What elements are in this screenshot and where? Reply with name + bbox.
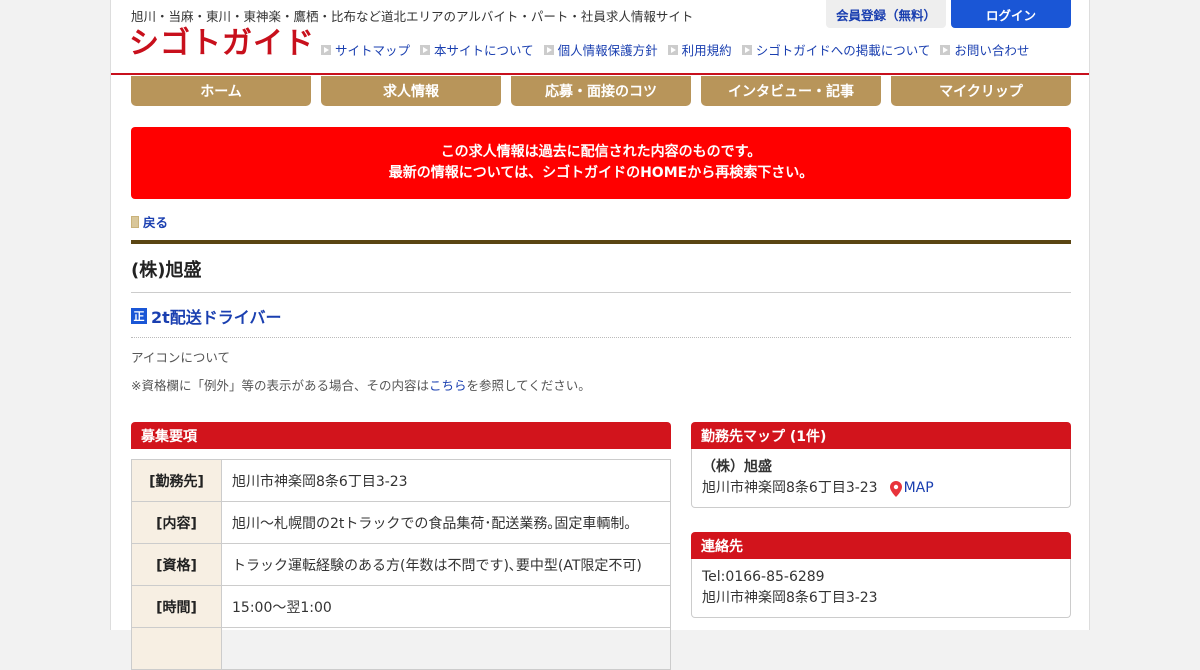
nav-home[interactable]: ホーム (131, 76, 311, 106)
header-divider (111, 73, 1089, 75)
login-button[interactable]: ログイン (951, 0, 1071, 28)
recruitment-section: 募集要項 [勤務先] 旭川市神楽岡8条6丁目3-23 [内容] 旭川〜札幌間の2tト… (131, 422, 671, 670)
row-label: [時間] (131, 585, 222, 628)
page-container: 旭川・当麻・東川・東神楽・鷹栖・比布など道北エリアのアルバイト・パート・社員求人… (110, 0, 1090, 670)
workplace-map-section: 勤務先マップ (1件) （株）旭盛 旭川市神楽岡8条6丁目3-23 MAP (691, 422, 1071, 508)
nav-interview-tips[interactable]: 応募・面接のコツ (511, 76, 691, 106)
contact-body: Tel:0166-85-6289 旭川市神楽岡8条6丁目3-23 (691, 559, 1071, 618)
register-button[interactable]: 会員登録（無料） (826, 0, 946, 28)
row-value: トラック運転経験のある方(年数は不問です)､要中型(AT限定不可) (221, 543, 671, 586)
contact-address: 旭川市神楽岡8条6丁目3-23 (702, 590, 878, 606)
global-nav: ホーム 求人情報 応募・面接のコツ インタビュー・記事 マイクリップ (131, 76, 1071, 106)
notice-line-1: この求人情報は過去に配信された内容のものです。 (440, 144, 762, 160)
table-row: [時間] 15:00〜翌1:00 (131, 585, 671, 628)
triangle-right-icon (940, 44, 951, 55)
row-label: [勤務先] (131, 459, 222, 502)
map-pin-icon (889, 480, 902, 497)
triangle-right-icon (741, 44, 752, 55)
site-tagline: 旭川・当麻・東川・東神楽・鷹栖・比布など道北エリアのアルバイト・パート・社員求人… (131, 9, 694, 24)
table-row: [資格] トラック運転経験のある方(年数は不問です)､要中型(AT限定不可) (131, 543, 671, 586)
row-value: 15:00〜翌1:00 (221, 585, 671, 628)
map-address: 旭川市神楽岡8条6丁目3-23 (702, 480, 878, 496)
triangle-right-icon (420, 44, 431, 55)
utility-link-terms[interactable]: 利用規約 (667, 40, 732, 59)
utility-link-about[interactable]: 本サイトについて (420, 40, 534, 59)
row-label: [内容] (131, 501, 222, 544)
table-row: [内容] 旭川〜札幌間の2tトラックでの食品集荷･配送業務｡固定車輌制｡ (131, 501, 671, 544)
nav-jobs[interactable]: 求人情報 (321, 76, 501, 106)
table-row: [勤務先] 旭川市神楽岡8条6丁目3-23 (131, 459, 671, 502)
utility-link-privacy[interactable]: 個人情報保護方針 (543, 40, 658, 59)
back-link[interactable]: 戻る (131, 212, 168, 231)
triangle-right-icon (543, 44, 554, 55)
icon-about-text: アイコンについて (131, 350, 231, 365)
recruitment-heading: 募集要項 (131, 422, 671, 449)
triangle-right-icon (321, 44, 331, 55)
map-heading: 勤務先マップ (1件) (691, 422, 1071, 449)
company-name: (株)旭盛 (131, 260, 202, 281)
nav-myclip[interactable]: マイクリップ (891, 76, 1071, 106)
nav-articles[interactable]: インタビュー・記事 (701, 76, 881, 106)
utility-link-advertise[interactable]: シゴトガイドへの掲載について (741, 40, 930, 59)
contact-section: 連絡先 Tel:0166-85-6289 旭川市神楽岡8条6丁目3-23 (691, 532, 1071, 618)
job-title-row: 正 2t配送ドライバー (131, 304, 281, 328)
table-row (131, 627, 671, 670)
qualification-note: ※資格欄に「例外」等の表示がある場合、その内容はこちらを参照してください。 (131, 378, 591, 393)
map-company-name: （株）旭盛 (702, 459, 772, 475)
map-body: （株）旭盛 旭川市神楽岡8条6丁目3-23 MAP (691, 449, 1071, 508)
employment-type-badge: 正 (131, 308, 147, 324)
contact-heading: 連絡先 (691, 532, 1071, 559)
dotted-divider (131, 337, 1071, 338)
row-label: [資格] (131, 543, 222, 586)
utility-link-contact[interactable]: お問い合わせ (940, 40, 1029, 59)
divider (131, 292, 1071, 293)
notice-line-2: 最新の情報については、シゴトガイドのHOMEから再検索下さい。 (388, 165, 814, 181)
row-label (131, 627, 222, 670)
row-value: 旭川〜札幌間の2tトラックでの食品集荷･配送業務｡固定車輌制｡ (221, 501, 671, 544)
contact-tel: Tel:0166-85-6289 (702, 569, 825, 585)
utility-link-sitemap[interactable]: サイトマップ (321, 40, 410, 59)
utility-nav: サイトマップ 本サイトについて 個人情報保護方針 利用規約 シゴトガイドへの掲載… (321, 40, 1029, 59)
row-value (221, 627, 671, 670)
job-title-link[interactable]: 2t配送ドライバー (151, 304, 281, 328)
back-arrow-icon (131, 215, 139, 228)
site-logo[interactable]: シゴトガイド (129, 24, 315, 64)
map-address-line: 旭川市神楽岡8条6丁目3-23 MAP (702, 478, 1060, 499)
section-rule (131, 240, 1071, 244)
recruitment-table: [勤務先] 旭川市神楽岡8条6丁目3-23 [内容] 旭川〜札幌間の2tトラックでの… (131, 459, 671, 670)
triangle-right-icon (667, 44, 678, 55)
row-value: 旭川市神楽岡8条6丁目3-23 (221, 459, 671, 502)
qualification-note-link[interactable]: こちら (429, 378, 467, 393)
expired-notice-banner: この求人情報は過去に配信された内容のものです。 最新の情報については、シゴトガイ… (131, 127, 1071, 199)
map-link[interactable]: MAP (889, 478, 934, 499)
